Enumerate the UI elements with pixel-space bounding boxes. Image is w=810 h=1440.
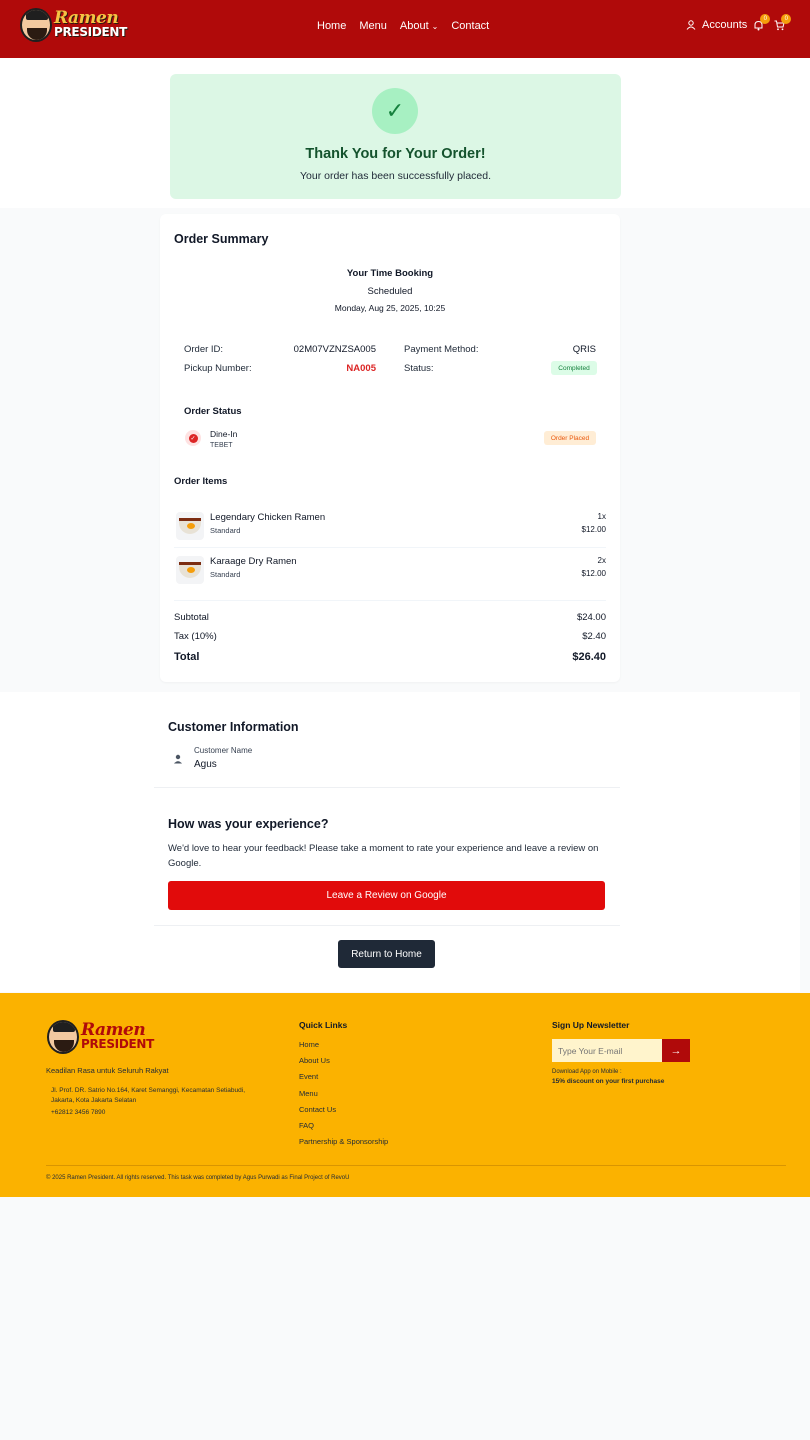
order-placed-badge: Order Placed: [544, 431, 596, 445]
nav-home[interactable]: Home: [317, 20, 346, 32]
order-summary-card: Order Summary Your Time Booking Schedule…: [160, 214, 620, 682]
subtotal-value: $24.00: [576, 612, 606, 623]
subtotal-label: Subtotal: [174, 612, 209, 623]
quick-links-title: Quick Links: [299, 1020, 348, 1030]
footer-phone: +62812 3456 7890: [51, 1109, 106, 1116]
success-card: ✓ Thank You for Your Order! Your order h…: [170, 74, 621, 199]
footer-divider: [46, 1165, 786, 1166]
pickup-label: Pickup Number:: [184, 363, 252, 374]
payment-method-label: Payment Method:: [404, 344, 479, 355]
divider: [154, 787, 620, 788]
divider: [174, 600, 606, 601]
footer-brand-line2: PRESIDENT: [81, 1037, 155, 1051]
footer-link-about[interactable]: About Us: [299, 1056, 388, 1072]
brand-logo[interactable]: Ramen PRESIDENT: [20, 8, 127, 44]
customer-name-value: Agus: [194, 759, 217, 770]
order-items-title: Order Items: [174, 476, 228, 487]
footer-link-faq[interactable]: FAQ: [299, 1121, 388, 1137]
cart-button[interactable]: 0: [774, 13, 792, 31]
order-item: Karaage Dry Ramen Standard 2x $12.00: [174, 552, 606, 594]
booking-status: Scheduled: [367, 286, 413, 297]
status-label: Status:: [404, 363, 434, 374]
footer-link-menu[interactable]: Menu: [299, 1089, 388, 1105]
order-item: Legendary Chicken Ramen Standard 1x $12.…: [174, 508, 606, 550]
divider: [174, 547, 606, 548]
booking-date: Monday, Aug 25, 2025, 10:25: [334, 303, 446, 313]
item-price: $12.00: [581, 525, 606, 534]
cart-count-badge: 0: [781, 13, 792, 24]
item-qty: 1x: [597, 512, 606, 521]
order-summary-title: Order Summary: [174, 232, 269, 246]
copyright-text: © 2025 Ramen President. All rights reser…: [46, 1175, 350, 1181]
item-qty: 2x: [597, 556, 606, 565]
total-value: $26.40: [572, 651, 606, 663]
footer-link-partnership[interactable]: Partnership & Sponsorship: [299, 1137, 388, 1153]
return-home-button[interactable]: Return to Home: [338, 940, 435, 968]
top-navbar: Ramen PRESIDENT Home Menu About ⌄ Contact…: [0, 0, 810, 58]
newsletter-title: Sign Up Newsletter: [552, 1020, 630, 1030]
main-nav: Home Menu About ⌄ Contact: [317, 20, 489, 32]
dine-type: Dine-In: [210, 429, 238, 439]
footer-link-event[interactable]: Event: [299, 1072, 388, 1088]
quick-links-list: Home About Us Event Menu Contact Us FAQ …: [299, 1040, 388, 1153]
footer-link-contact[interactable]: Contact Us: [299, 1105, 388, 1121]
footer-logo[interactable]: Ramen PRESIDENT: [47, 1020, 154, 1056]
header-actions: Accounts 0 0: [686, 13, 792, 31]
discount-note: 15% discount on your first purchase: [552, 1078, 665, 1085]
nav-contact[interactable]: Contact: [451, 20, 489, 32]
notification-count-badge: 0: [760, 13, 771, 24]
success-title: Thank You for Your Order!: [305, 146, 486, 162]
divider: [154, 925, 620, 926]
accounts-link[interactable]: Accounts: [702, 19, 747, 31]
order-status-title: Order Status: [184, 406, 242, 417]
footer-link-home[interactable]: Home: [299, 1040, 388, 1056]
pickup-value: NA005: [346, 363, 376, 374]
nav-about[interactable]: About ⌄: [400, 20, 438, 32]
order-id-label: Order ID:: [184, 344, 224, 355]
store-location: TEBET: [210, 442, 233, 449]
chevron-down-icon: ⌄: [431, 21, 439, 31]
status-badge: Completed: [551, 361, 597, 375]
item-name: Legendary Chicken Ramen: [210, 512, 326, 523]
person-icon: [170, 751, 186, 767]
notification-button[interactable]: 0: [753, 13, 771, 31]
item-name: Karaage Dry Ramen: [210, 556, 297, 567]
brand-line2: PRESIDENT: [54, 25, 128, 39]
ramen-bowl-icon: [176, 556, 204, 584]
experience-text: We'd love to hear your feedback! Please …: [168, 843, 599, 869]
order-id-value: 02M07VZNZSA005: [293, 344, 376, 355]
customer-name-label: Customer Name: [194, 746, 253, 755]
experience-title: How was your experience?: [168, 817, 329, 831]
item-variant: Standard: [210, 570, 241, 579]
newsletter-email-input[interactable]: [552, 1039, 662, 1062]
footer-tagline: Keadilan Rasa untuk Seluruh Rakyat: [46, 1066, 169, 1075]
nav-about-label: About: [399, 20, 429, 32]
payment-method-value: QRIS: [572, 344, 596, 355]
item-variant: Standard: [210, 526, 241, 535]
newsletter-submit-button[interactable]: →: [662, 1039, 690, 1062]
review-google-button[interactable]: Leave a Review on Google: [168, 881, 605, 910]
tax-label: Tax (10%): [174, 631, 217, 642]
ramen-bowl-icon: [176, 512, 204, 540]
app-download-note: Download App on Mobile :: [552, 1069, 622, 1075]
mascot-icon: [47, 1020, 79, 1054]
total-label: Total: [174, 651, 200, 663]
nav-menu[interactable]: Menu: [359, 20, 387, 32]
item-price: $12.00: [581, 569, 606, 578]
arrow-right-icon: →: [670, 1044, 682, 1057]
mascot-icon: [20, 8, 52, 42]
user-icon: [686, 20, 696, 30]
status-check-icon: ✓: [185, 430, 201, 446]
booking-title: Your Time Booking: [346, 268, 434, 279]
success-subtitle: Your order has been successfully placed.: [299, 170, 492, 182]
check-icon: ✓: [372, 88, 418, 134]
tax-value: $2.40: [582, 631, 606, 642]
customer-info-title: Customer Information: [168, 720, 299, 734]
footer-address: Jl. Prof. DR. Satrio No.164, Karet Seman…: [51, 1087, 246, 1104]
